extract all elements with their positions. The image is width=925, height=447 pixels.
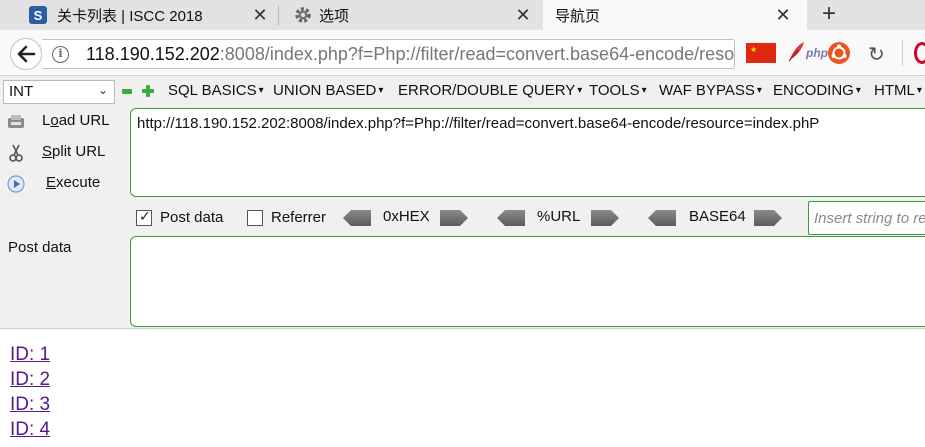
back-arrow-icon — [17, 45, 36, 63]
post-data-label: Post data — [8, 239, 72, 256]
firefox-icon[interactable] — [914, 42, 925, 64]
feather-icon[interactable] — [786, 40, 806, 64]
encode-arrow-icon[interactable] — [440, 210, 468, 226]
tab-options[interactable]: 选项 ✕ — [279, 0, 543, 30]
menu-encoding[interactable]: ENCODING — [773, 82, 861, 99]
address-text: 118.190.152.202:8008/index.php?f=Php://f… — [86, 44, 735, 65]
hackbar-url-textarea[interactable]: http://118.190.152.202:8008/index.php?f=… — [130, 108, 925, 197]
close-icon[interactable]: ✕ — [773, 5, 793, 25]
id-link[interactable]: ID: 3 — [10, 392, 50, 417]
tab-title: 导航页 — [555, 8, 601, 25]
plus-icon[interactable] — [142, 85, 154, 97]
insert-string-field[interactable] — [808, 201, 925, 235]
split-url-button[interactable]: Split URL — [4, 141, 124, 165]
insert-string-input[interactable] — [809, 202, 925, 234]
referrer-checkbox-label: Referrer — [271, 209, 327, 226]
decode-arrow-icon[interactable] — [497, 210, 525, 226]
load-url-label: Load URL — [42, 112, 110, 129]
tab-iscc[interactable]: S 关卡列表 | ISCC 2018 ✕ — [0, 0, 278, 30]
id-link[interactable]: ID: 2 — [10, 367, 50, 392]
load-url-button[interactable]: Load URL — [4, 110, 124, 134]
id-link[interactable]: ID: 4 — [10, 417, 50, 442]
iscc-icon: S — [29, 6, 47, 24]
post-data-checkbox-label: Post data — [160, 209, 224, 226]
decode-arrow-icon[interactable] — [343, 210, 371, 226]
menu-sql-basics[interactable]: SQL BASICS — [168, 82, 264, 99]
address-bar[interactable]: i 118.190.152.202:8008/index.php?f=Php:/… — [42, 39, 735, 69]
execute-label: Execute — [46, 174, 101, 191]
menu-error-double-query[interactable]: ERROR/DOUBLE QUERY — [398, 82, 582, 99]
post-data-textarea[interactable] — [130, 236, 925, 327]
close-icon[interactable]: ✕ — [513, 5, 533, 25]
chevron-down-icon: ⌄ — [97, 83, 108, 97]
play-icon — [7, 175, 25, 193]
reload-icon[interactable]: ↻ — [868, 42, 885, 67]
menu-html[interactable]: HTML — [874, 82, 922, 99]
id-link[interactable]: ID: 1 — [10, 342, 50, 367]
gear-icon — [295, 7, 311, 23]
page-content: ID: 1 ID: 2 ID: 3 ID: 4 — [10, 342, 50, 442]
php-icon[interactable]: php — [806, 46, 828, 60]
ubuntu-icon[interactable] — [828, 42, 850, 64]
china-flag-icon[interactable]: ★ — [746, 43, 776, 63]
tab-title: 关卡列表 | ISCC 2018 — [57, 8, 203, 25]
toolbar-separator — [902, 40, 903, 66]
menu-tools[interactable]: TOOLS — [589, 82, 647, 99]
load-url-icon — [8, 115, 24, 128]
info-icon[interactable]: i — [52, 46, 69, 63]
url-host: 118.190.152.202 — [86, 44, 220, 64]
urlenc-label: %URL — [537, 208, 581, 225]
tab-strip: S 关卡列表 | ISCC 2018 ✕ 选项 ✕ 导航页 ✕ + — [0, 0, 925, 30]
svg-text:S: S — [34, 8, 43, 23]
url-rest: :8008/index.php?f=Php://filter/read=conv… — [219, 44, 735, 64]
checkmark-icon: ✓ — [139, 208, 151, 224]
menu-waf-bypass[interactable]: WAF BYPASS — [659, 82, 762, 99]
split-url-label: Split URL — [42, 143, 106, 160]
minus-icon[interactable] — [122, 89, 132, 94]
checkbox-box[interactable]: ✓ — [136, 208, 152, 226]
decode-arrow-icon[interactable] — [648, 210, 676, 226]
base64-label: BASE64 — [689, 208, 746, 225]
execute-button[interactable]: Execute — [4, 172, 124, 196]
new-tab-button[interactable]: + — [816, 2, 842, 28]
tab-navigation[interactable]: 导航页 ✕ — [543, 0, 807, 30]
svg-text:★: ★ — [750, 45, 757, 54]
checkbox-box[interactable] — [247, 210, 263, 226]
tab-title: 选项 — [319, 8, 350, 25]
encode-arrow-icon[interactable] — [591, 210, 619, 226]
menu-union-based[interactable]: UNION BASED — [273, 82, 383, 99]
close-icon[interactable]: ✕ — [250, 5, 270, 25]
back-button[interactable] — [10, 38, 42, 70]
scissors-icon — [9, 144, 23, 162]
hex-label: 0xHEX — [383, 208, 430, 225]
encode-arrow-icon[interactable] — [754, 210, 782, 226]
type-select[interactable]: INT ⌄ — [3, 80, 115, 104]
type-select-value: INT — [9, 83, 34, 100]
hackbar-panel: INT ⌄ SQL BASICS UNION BASED ERROR/DOUBL… — [0, 76, 925, 329]
